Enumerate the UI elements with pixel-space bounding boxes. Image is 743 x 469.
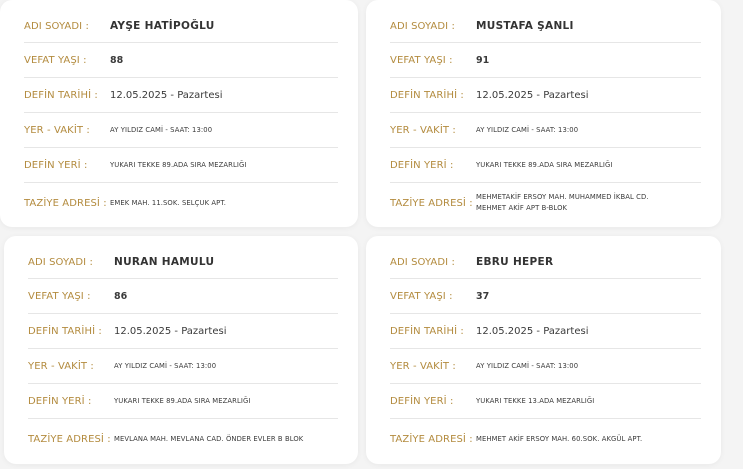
name-label: ADI SOYADI :: [28, 256, 93, 268]
address-label: TAZİYE ADRESİ :: [24, 197, 107, 209]
place-time-row: YER - VAKİT : AY YILDIZ CAMİ - SAAT: 13:…: [390, 349, 701, 384]
date-row: DEFİN TARİHİ : 12.05.2025 - Pazartesi: [28, 314, 338, 349]
obituary-card: ADI SOYADI : AYŞE HATİPOĞLU VEFAT YAŞI :…: [0, 0, 358, 227]
age-label: VEFAT YAŞI :: [24, 54, 87, 66]
place-time-label: YER - VAKİT :: [390, 124, 456, 136]
deceased-name: EBRU HEPER: [476, 255, 554, 268]
obituary-list: ADI SOYADI : AYŞE HATİPOĞLU VEFAT YAŞI :…: [0, 0, 743, 469]
date-label: DEFİN TARİHİ :: [390, 89, 464, 101]
obituary-card: ADI SOYADI : NURAN HAMULU VEFAT YAŞI : 8…: [4, 236, 358, 464]
place-time-value: AY YILDIZ CAMİ - SAAT: 13:00: [114, 361, 217, 370]
age-value: 86: [114, 290, 128, 302]
date-value: 12.05.2025 - Pazartesi: [110, 89, 223, 101]
name-row: ADI SOYADI : AYŞE HATİPOĞLU: [24, 0, 338, 43]
date-label: DEFİN TARİHİ :: [24, 89, 98, 101]
name-label: ADI SOYADI :: [390, 256, 455, 268]
date-row: DEFİN TARİHİ : 12.05.2025 - Pazartesi: [390, 314, 701, 349]
age-row: VEFAT YAŞI : 88: [24, 43, 338, 78]
cemetery-row: DEFİN YERİ : YUKARI TEKKE 89.ADA SIRA ME…: [24, 148, 338, 183]
address-label: TAZİYE ADRESİ :: [28, 433, 111, 445]
age-value: 37: [476, 290, 490, 302]
place-time-label: YER - VAKİT :: [24, 124, 90, 136]
age-label: VEFAT YAŞI :: [390, 290, 453, 302]
place-time-row: YER - VAKİT : AY YILDIZ CAMİ - SAAT: 13:…: [28, 349, 338, 384]
cemetery-label: DEFİN YERİ :: [28, 395, 92, 407]
address-value: MEVLANA MAH. MEVLANA CAD. ÖNDER EVLER B …: [114, 434, 304, 443]
deceased-name: NURAN HAMULU: [114, 255, 215, 268]
date-value: 12.05.2025 - Pazartesi: [114, 325, 227, 337]
name-label: ADI SOYADI :: [390, 20, 455, 32]
address-value: MEHMETAKİF ERSOY MAH. MUHAMMED İKBAL CD.…: [476, 193, 649, 212]
address-label: TAZİYE ADRESİ :: [390, 197, 473, 209]
address-row: TAZİYE ADRESİ : EMEK MAH. 11.SOK. SELÇUK…: [24, 183, 338, 223]
age-value: 91: [476, 54, 490, 66]
cemetery-value: YUKARI TEKKE 89.ADA SIRA MEZARLIĞI: [476, 160, 613, 169]
cemetery-row: DEFİN YERİ : YUKARI TEKKE 89.ADA SIRA ME…: [390, 148, 701, 183]
cemetery-label: DEFİN YERİ :: [24, 159, 88, 171]
cemetery-value: YUKARI TEKKE 13.ADA MEZARLIĞI: [476, 396, 595, 405]
address-value: EMEK MAH. 11.SOK. SELÇUK APT.: [110, 198, 227, 207]
name-row: ADI SOYADI : MUSTAFA ŞANLI: [390, 0, 701, 43]
name-row: ADI SOYADI : NURAN HAMULU: [28, 236, 338, 279]
date-label: DEFİN TARİHİ :: [28, 325, 102, 337]
address-value: MEHMET AKİF ERSOY MAH. 60.SOK. AKGÜL APT…: [476, 434, 643, 443]
date-label: DEFİN TARİHİ :: [390, 325, 464, 337]
age-label: VEFAT YAŞI :: [390, 54, 453, 66]
cemetery-label: DEFİN YERİ :: [390, 159, 454, 171]
place-time-value: AY YILDIZ CAMİ - SAAT: 13:00: [476, 125, 579, 134]
date-row: DEFİN TARİHİ : 12.05.2025 - Pazartesi: [390, 78, 701, 113]
cemetery-value: YUKARI TEKKE 89.ADA SIRA MEZARLIĞI: [114, 396, 251, 405]
age-label: VEFAT YAŞI :: [28, 290, 91, 302]
date-value: 12.05.2025 - Pazartesi: [476, 89, 589, 101]
place-time-label: YER - VAKİT :: [390, 360, 456, 372]
deceased-name: AYŞE HATİPOĞLU: [110, 19, 215, 32]
cemetery-row: DEFİN YERİ : YUKARI TEKKE 89.ADA SIRA ME…: [28, 384, 338, 419]
place-time-label: YER - VAKİT :: [28, 360, 94, 372]
obituary-card: ADI SOYADI : MUSTAFA ŞANLI VEFAT YAŞI : …: [366, 0, 721, 227]
address-row: TAZİYE ADRESİ : MEVLANA MAH. MEVLANA CAD…: [28, 419, 338, 459]
address-row: TAZİYE ADRESİ : MEHMET AKİF ERSOY MAH. 6…: [390, 419, 701, 459]
age-row: VEFAT YAŞI : 86: [28, 279, 338, 314]
name-row: ADI SOYADI : EBRU HEPER: [390, 236, 701, 279]
age-row: VEFAT YAŞI : 37: [390, 279, 701, 314]
place-time-value: AY YILDIZ CAMİ - SAAT: 13:00: [110, 125, 213, 134]
place-time-row: YER - VAKİT : AY YILDIZ CAMİ - SAAT: 13:…: [24, 113, 338, 148]
place-time-row: YER - VAKİT : AY YILDIZ CAMİ - SAAT: 13:…: [390, 113, 701, 148]
date-value: 12.05.2025 - Pazartesi: [476, 325, 589, 337]
cemetery-value: YUKARI TEKKE 89.ADA SIRA MEZARLIĞI: [110, 160, 247, 169]
cemetery-row: DEFİN YERİ : YUKARI TEKKE 13.ADA MEZARLI…: [390, 384, 701, 419]
age-value: 88: [110, 54, 124, 66]
age-row: VEFAT YAŞI : 91: [390, 43, 701, 78]
name-label: ADI SOYADI :: [24, 20, 89, 32]
address-label: TAZİYE ADRESİ :: [390, 433, 473, 445]
place-time-value: AY YILDIZ CAMİ - SAAT: 13:00: [476, 361, 579, 370]
deceased-name: MUSTAFA ŞANLI: [476, 19, 574, 32]
date-row: DEFİN TARİHİ : 12.05.2025 - Pazartesi: [24, 78, 338, 113]
address-row: TAZİYE ADRESİ : MEHMETAKİF ERSOY MAH. MU…: [390, 183, 701, 223]
cemetery-label: DEFİN YERİ :: [390, 395, 454, 407]
obituary-card: ADI SOYADI : EBRU HEPER VEFAT YAŞI : 37 …: [366, 236, 721, 464]
